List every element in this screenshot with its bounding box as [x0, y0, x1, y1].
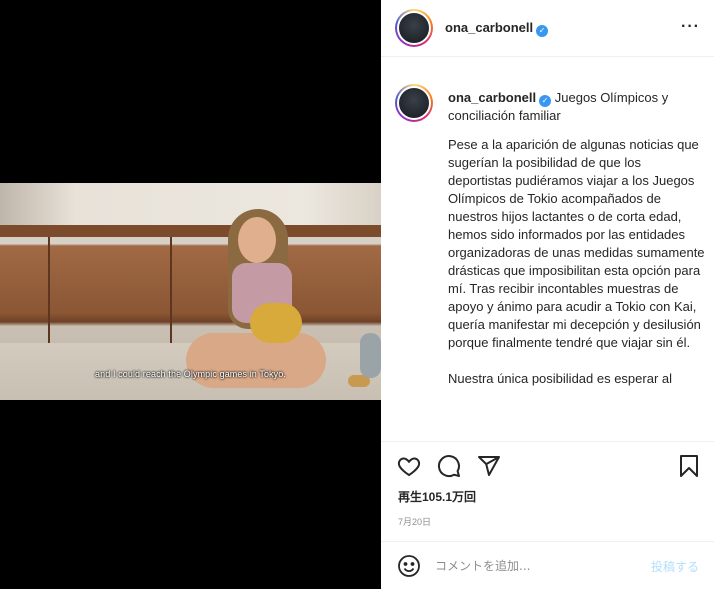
comment-input[interactable]: [435, 556, 635, 576]
username-text[interactable]: ona_carbonell: [445, 20, 533, 35]
bookmark-icon[interactable]: [677, 454, 701, 478]
video-frame-person: [238, 217, 276, 263]
video-subtitle: and I could reach the Olympic games in T…: [95, 369, 286, 379]
video-frame-detail: [48, 237, 50, 347]
verified-badge-icon: ✓: [539, 95, 552, 107]
video-player[interactable]: and I could reach the Olympic games in T…: [0, 183, 381, 400]
heart-icon[interactable]: [397, 454, 421, 478]
verified-badge-icon: ✓: [536, 25, 549, 37]
post-comment-button[interactable]: 投稿する: [651, 558, 699, 575]
comment-icon[interactable]: [437, 454, 461, 478]
comment-bar: 投稿する: [381, 541, 714, 589]
caption-username[interactable]: ona_carbonell: [448, 90, 536, 105]
video-frame-cabinet: [0, 225, 381, 237]
emoji-icon[interactable]: [397, 554, 421, 578]
avatar[interactable]: [395, 84, 433, 122]
video-frame-wall: [0, 183, 381, 225]
share-icon[interactable]: [477, 454, 501, 478]
post-date[interactable]: 7月20日: [398, 515, 431, 528]
avatar-image: [397, 11, 431, 45]
caption-body: Pese a la aparición de algunas noticias …: [448, 137, 705, 386]
video-frame-person: [186, 333, 326, 388]
view-count[interactable]: 再生105.1万回: [398, 488, 476, 505]
post-header: ona_carbonell ✓ ···: [381, 0, 714, 57]
video-frame-detail: [170, 237, 172, 347]
video-frame-baby: [250, 303, 302, 343]
more-options-icon[interactable]: ···: [681, 18, 700, 36]
post-actions: 再生105.1万回 7月20日 投稿する: [381, 441, 714, 589]
media-panel: and I could reach the Olympic games in T…: [0, 0, 381, 589]
caption-area: ona_carbonell ✓ Juegos Olímpicos y concil…: [381, 58, 714, 440]
caption-header: ona_carbonell ✓ Juegos Olímpicos y concil…: [448, 89, 700, 125]
avatar-image: [397, 86, 431, 120]
avatar[interactable]: [395, 9, 433, 47]
post-sidebar: ona_carbonell ✓ ··· ona_carbonell ✓ Juegos…: [381, 0, 714, 589]
header-username[interactable]: ona_carbonell ✓: [445, 20, 549, 37]
